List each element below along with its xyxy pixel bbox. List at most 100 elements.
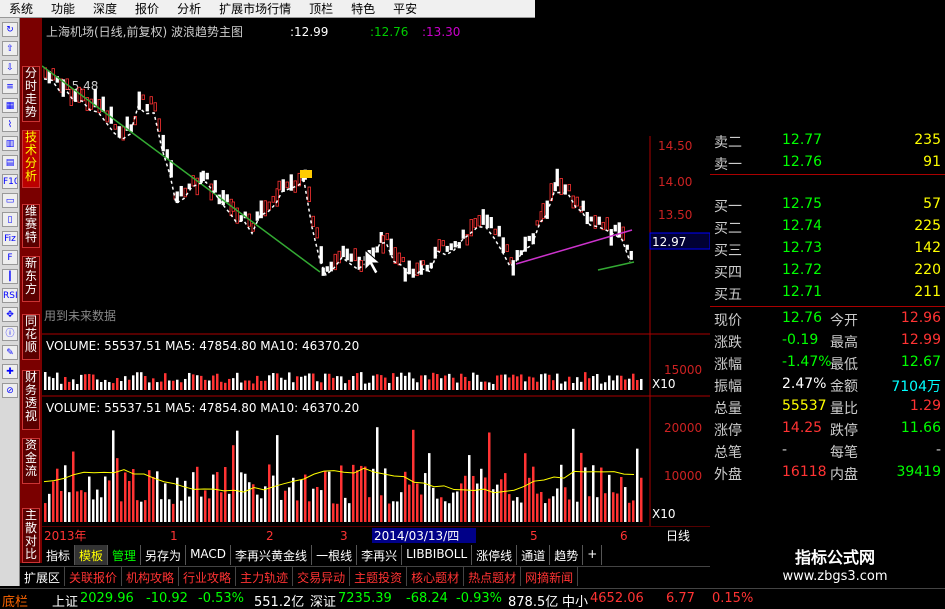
volume-bar	[404, 375, 407, 390]
volume-bar	[504, 374, 507, 390]
side-tab-xindongfang[interactable]: 新东方	[22, 256, 40, 302]
cross-icon[interactable]: ✚	[2, 364, 18, 379]
tab-trend[interactable]: 趋势	[550, 545, 584, 565]
side-tab-technical[interactable]: 技术分析	[22, 130, 40, 188]
down-arrow-icon[interactable]: ⇩	[2, 60, 18, 75]
ext-tab[interactable]: 热点题材	[464, 567, 522, 586]
menu-function[interactable]: 功能	[42, 0, 84, 17]
side-tab-capital-flow[interactable]: 资金流	[22, 438, 40, 484]
stop-icon[interactable]: ⊘	[2, 383, 18, 398]
volume-bar	[280, 499, 283, 522]
candle	[221, 190, 225, 206]
tab-limit-up[interactable]: 涨停线	[472, 545, 518, 565]
status-prefix[interactable]: 底栏	[2, 591, 28, 609]
volume-bar	[272, 373, 275, 390]
candle-icon[interactable]: ┃	[2, 269, 18, 284]
volume-bar	[616, 375, 619, 390]
ext-tab[interactable]: 机构攻略	[122, 567, 180, 586]
page-icon[interactable]: ▯	[2, 212, 18, 227]
volume-bar	[400, 372, 403, 390]
side-tab-main-vs-retail[interactable]: 主散对比	[22, 508, 40, 563]
sz-label: 深证	[310, 595, 337, 609]
volume-bar	[204, 490, 207, 522]
candle	[225, 194, 229, 203]
tab-one-line[interactable]: 一根线	[312, 545, 358, 565]
volume-bar	[624, 379, 627, 390]
volume-bar	[484, 381, 487, 390]
compass-icon[interactable]: ✥	[2, 307, 18, 322]
menu-depth[interactable]: 深度	[84, 0, 126, 17]
ext-tab[interactable]: 核心题材	[407, 567, 465, 586]
rsi-icon[interactable]: RSI	[2, 288, 18, 303]
volume-bar	[296, 500, 299, 522]
menu-quote[interactable]: 报价	[126, 0, 168, 17]
candle	[581, 200, 585, 211]
f10-icon[interactable]: F10	[2, 174, 18, 189]
fiz-icon[interactable]: Fiz	[2, 231, 18, 246]
info-icon[interactable]: ⓘ	[2, 326, 18, 341]
menu-topbar[interactable]: 顶栏	[300, 0, 342, 17]
tab-lizaixing-gold[interactable]: 李再兴黄金线	[231, 545, 313, 565]
tab-save-as[interactable]: 另存为	[141, 545, 187, 565]
window-icon[interactable]: ▭	[2, 193, 18, 208]
volume-bar	[120, 381, 123, 390]
ext-tab[interactable]: 行业攻略	[179, 567, 237, 586]
menu-feature[interactable]: 特色	[342, 0, 384, 17]
tab-macd[interactable]: MACD	[186, 545, 232, 565]
sh-amount: 551.2亿	[254, 595, 305, 609]
side-tab-intraday[interactable]: 分时走势	[22, 66, 40, 122]
volume-bar	[412, 429, 415, 522]
refresh-icon[interactable]: ↻	[2, 22, 18, 37]
tab-template[interactable]: 模板	[75, 545, 109, 565]
ext-tab[interactable]: 交易异动	[293, 567, 351, 586]
menu-analysis[interactable]: 分析	[168, 0, 210, 17]
volume-bar	[128, 379, 131, 390]
menu-system[interactable]: 系统	[0, 0, 42, 17]
menu-ext-market[interactable]: 扩展市场行情	[210, 0, 300, 17]
tab-channel[interactable]: 通道	[517, 545, 551, 565]
volume-bar	[580, 452, 583, 522]
side-tab-weisaite[interactable]: 维赛特	[22, 204, 40, 248]
candle	[381, 235, 385, 254]
volume-bar	[560, 383, 563, 390]
quote-panel: 卖二 12.77 235 卖一 12.76 91 买一 12.75 57 买二 …	[710, 130, 945, 490]
pencil-icon[interactable]: ✎	[2, 345, 18, 360]
candle	[337, 250, 341, 264]
volume-bar	[244, 473, 247, 522]
tab-libbiboll[interactable]: LIBBIBOLL	[402, 545, 473, 565]
candle	[613, 224, 617, 232]
volume-bar	[140, 372, 143, 390]
ext-tab[interactable]: 网摘新闻	[521, 567, 579, 586]
volume-bar	[552, 380, 555, 390]
volume-bar	[356, 470, 359, 522]
grid-icon[interactable]: ▦	[2, 98, 18, 113]
table-icon[interactable]: ▤	[2, 155, 18, 170]
ext-tab[interactable]: 关联报价	[65, 567, 123, 586]
list-icon[interactable]: ≡	[2, 79, 18, 94]
candle	[597, 216, 601, 225]
side-tab-finance[interactable]: 财务透视	[22, 370, 40, 430]
f-icon[interactable]: F	[2, 250, 18, 265]
up-arrow-icon[interactable]: ⇧	[2, 41, 18, 56]
line-chart-icon[interactable]: ⌇	[2, 117, 18, 132]
tab-lizaixing[interactable]: 李再兴	[357, 545, 403, 565]
tab-add-button[interactable]: +	[583, 545, 603, 565]
bid-row: 买四 12.72 220	[714, 262, 941, 281]
side-tabs: 分时走势 技术分析 维赛特 新东方 同花顺 财务透视 资金流 主散对比	[20, 18, 42, 563]
volume-bar	[348, 379, 351, 390]
volume-bar	[468, 381, 471, 390]
ext-tab[interactable]: 扩展区	[20, 567, 66, 586]
tab-manage[interactable]: 管理	[108, 545, 142, 565]
side-tab-tonghuashun[interactable]: 同花顺	[22, 314, 40, 360]
ext-tab[interactable]: 主力轨迹	[236, 567, 294, 586]
menu-pingan[interactable]: 平安	[384, 0, 426, 17]
ext-tab[interactable]: 主题投资	[350, 567, 408, 586]
kline-chart[interactable]: 上海机场(日线,前复权) 波浪趋势主图 :12.99 :12.76 :13.30…	[41, 18, 711, 526]
volume-bar	[220, 492, 223, 522]
candle	[277, 180, 281, 191]
candle	[117, 126, 121, 138]
price-tick: 14.50	[658, 139, 692, 153]
candle	[281, 179, 285, 192]
bar-chart-icon[interactable]: ▥	[2, 136, 18, 151]
tab-indicator[interactable]: 指标	[42, 545, 76, 565]
